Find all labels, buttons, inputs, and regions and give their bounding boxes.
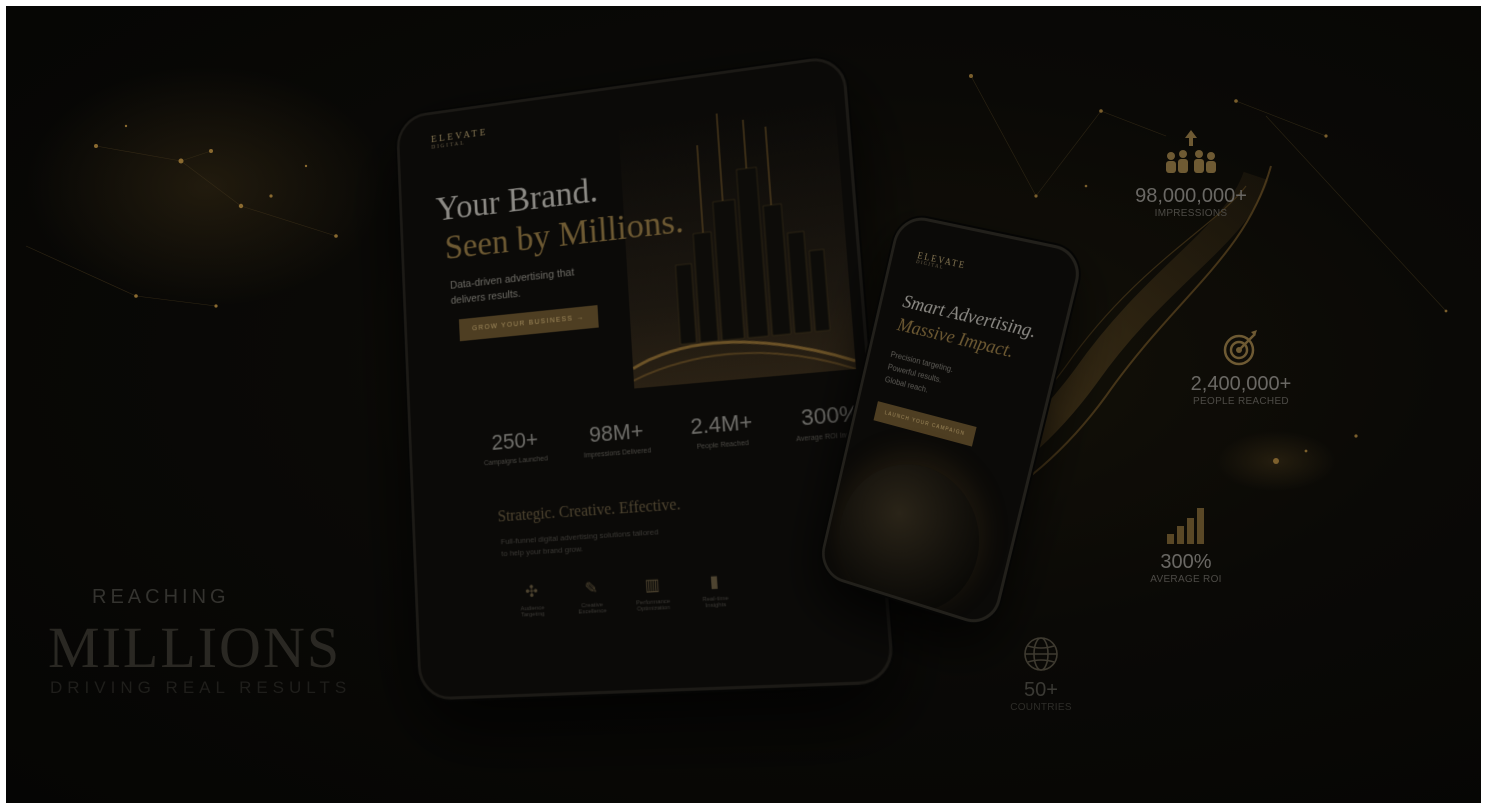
insights-icon: ▮ (709, 573, 720, 592)
driving-results-label: DRIVING REAL RESULTS (50, 678, 352, 697)
feature-performance: ▥ Performance Optimization (630, 574, 676, 613)
creative-icon: ✎ (584, 579, 599, 598)
hero-scene: ELEVATE DIGITAL Your Brand. Seen by Mill… (6, 6, 1481, 803)
audience-icon: ✣ (524, 583, 539, 602)
grow-business-button[interactable]: GROW YOUR BUSINESS → (458, 305, 599, 342)
feature-creative: ✎ Creative Excellence (569, 577, 614, 616)
stat-impressions: 98M+ Impressions Delivered (583, 417, 652, 460)
stat-campaigns: 250+ Campaigns Launched (483, 426, 548, 468)
people-growth-icon (1166, 130, 1216, 173)
target-icon (1223, 330, 1257, 366)
tablet-features: ✣ Audience Targeting ✎ Creative Excellen… (510, 570, 738, 619)
tablet-stats: 250+ Campaigns Launched 98M+ Impressions… (468, 398, 885, 468)
tablet-section-title: Strategic. Creative. Effective. (497, 496, 682, 526)
tablet-mockup: ELEVATE DIGITAL Your Brand. Seen by Mill… (395, 54, 896, 701)
bar-chart-icon (1167, 508, 1204, 544)
feature-audience: ✣ Audience Targeting (510, 580, 554, 619)
tablet-subtitle: Data-driven advertising that delivers re… (449, 266, 575, 307)
tablet-logo: ELEVATE DIGITAL (430, 127, 489, 151)
stat-countries-right: 50+ COUNTRIES (996, 634, 1086, 713)
stat-people-reached-right: 2,400,000+ PEOPLE REACHED (1176, 328, 1306, 407)
stat-roi-right: 300% AVERAGE ROI (1126, 506, 1246, 585)
feature-insights: ▮ Real-time Insights (691, 570, 738, 610)
stat-people: 2.4M+ People Reached (689, 408, 754, 451)
reaching-label: REACHING (92, 586, 230, 608)
globe-icon (1024, 637, 1058, 671)
tablet-section-subtitle: Full-funnel digital advertising solution… (500, 527, 659, 559)
launch-campaign-button[interactable]: LAUNCH YOUR CAMPAIGN (873, 401, 977, 447)
stat-impressions-right: 98,000,000+ IMPRESSIONS (1106, 128, 1276, 219)
phone-logo: ELEVATE DIGITAL (915, 250, 967, 272)
millions-title: MILLIONS (48, 615, 342, 680)
performance-icon: ▥ (644, 576, 661, 595)
